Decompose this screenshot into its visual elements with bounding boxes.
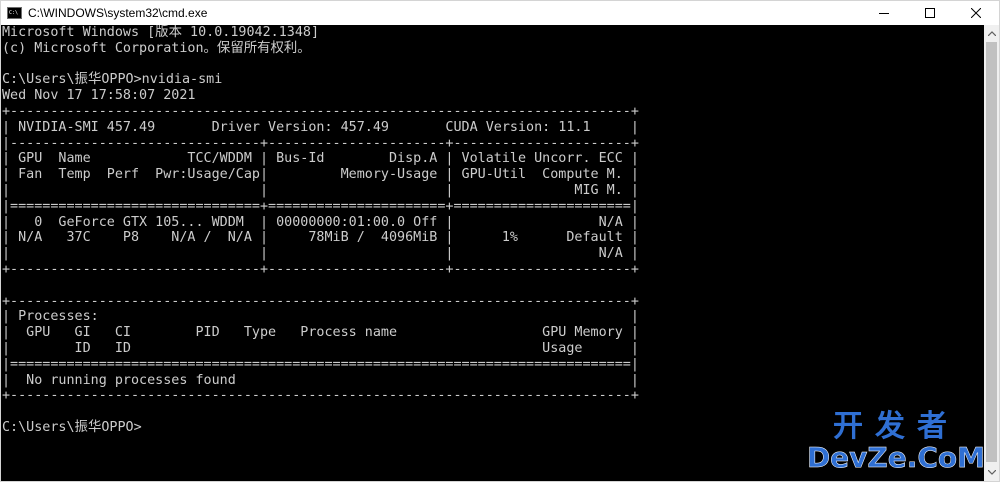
scroll-up-button[interactable]	[984, 25, 999, 42]
window-title: C:\WINDOWS\system32\cmd.exe	[28, 6, 208, 20]
site-watermark: 开发者 DevZe.CoM	[806, 409, 986, 474]
console-line: +-------------------------------+-------…	[2, 261, 639, 277]
watermark-bottom-text: DevZe.CoM	[806, 441, 986, 474]
maximize-button[interactable]	[907, 1, 953, 25]
console-line: (c) Microsoft Corporation。保留所有权利。	[2, 40, 311, 56]
maximize-icon	[925, 8, 935, 18]
console-line: |-------------------------------+-------…	[2, 135, 639, 151]
cmd-app-icon[interactable]: C:\	[7, 7, 22, 19]
console-line: | | | MIG M. |	[2, 182, 639, 198]
console-line: C:\Users\振华OPPO>nvidia-smi	[2, 72, 223, 88]
scroll-down-button[interactable]	[984, 464, 999, 481]
console-line: | Processes: |	[2, 309, 639, 325]
console-line: +---------------------------------------…	[2, 388, 639, 404]
console-line: | ID ID Usage |	[2, 340, 639, 356]
watermark-top-text: 开发者	[832, 409, 959, 444]
console-line: | Fan Temp Perf Pwr:Usage/Cap| Memory-Us…	[2, 167, 639, 183]
window-controls	[861, 1, 999, 25]
scroll-up-arrow-icon	[987, 31, 996, 36]
minimize-icon	[879, 13, 889, 14]
console-line: | 0 GeForce GTX 105... WDDM | 00000000:0…	[2, 214, 639, 230]
title-bar[interactable]: C:\ C:\WINDOWS\system32\cmd.exe	[1, 1, 999, 25]
console-line: | No running processes found |	[2, 372, 639, 388]
close-button[interactable]	[953, 1, 999, 25]
console-line: | GPU GI CI PID Type Process name GPU Me…	[2, 325, 639, 341]
console-line: | N/A 37C P8 N/A / N/A | 78MiB / 4096MiB…	[2, 230, 639, 246]
console-line: | NVIDIA-SMI 457.49 Driver Version: 457.…	[2, 119, 639, 135]
console-line: |===============================+=======…	[2, 198, 639, 214]
console-line: +---------------------------------------…	[2, 293, 639, 309]
console-text: Microsoft Windows [版本 10.0.19042.1348] (c…	[1, 25, 985, 436]
console-line: Microsoft Windows [版本 10.0.19042.1348]	[2, 25, 320, 40]
vertical-scrollbar[interactable]	[984, 25, 999, 481]
console-line: |=======================================…	[2, 356, 639, 372]
scrollbar-thumb[interactable]	[986, 42, 997, 462]
scroll-down-arrow-icon	[987, 470, 996, 475]
console-line: Wed Nov 17 17:58:07 2021	[2, 88, 196, 104]
close-icon	[971, 8, 981, 18]
console-line: | | | N/A |	[2, 246, 639, 262]
console-line: | GPU Name TCC/WDDM | Bus-Id Disp.A | Vo…	[2, 151, 639, 167]
minimize-button[interactable]	[861, 1, 907, 25]
console-line: +---------------------------------------…	[2, 103, 639, 119]
cmd-window: C:\ C:\WINDOWS\system32\cmd.exe Microsof…	[0, 0, 1000, 482]
